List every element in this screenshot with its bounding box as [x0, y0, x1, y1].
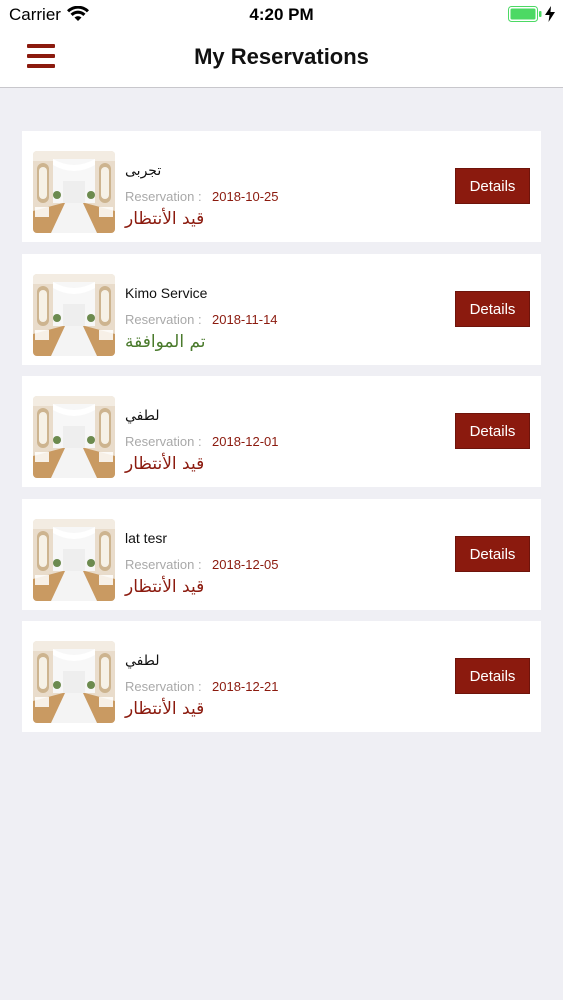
reservation-status: قيد الأنتظار	[125, 699, 205, 719]
reservation-name: lat tesr	[125, 529, 168, 546]
venue-thumbnail	[33, 641, 115, 723]
reservation-label: Reservation :	[125, 679, 202, 694]
reservation-status: قيد الأنتظار	[125, 209, 205, 229]
reservation-label: Reservation :	[125, 189, 202, 204]
page-title: My Reservations	[194, 44, 369, 69]
clock: 4:20 PM	[249, 5, 314, 24]
reservation-card: Kimo Service Reservation : 2018-11-14 تم…	[22, 253, 541, 365]
details-button[interactable]: Details	[455, 658, 530, 694]
details-button[interactable]: Details	[455, 413, 530, 449]
venue-thumbnail	[33, 151, 115, 233]
reservation-label: Reservation :	[125, 434, 202, 449]
reservation-name: لطفي	[125, 407, 160, 423]
reservation-name: تجربى	[125, 162, 162, 178]
status-bar: Carrier 4:20 PM	[0, 0, 563, 30]
charging-bolt-icon	[545, 6, 555, 27]
reservation-status: قيد الأنتظار	[125, 576, 205, 597]
reservation-date: 2018-12-05	[212, 556, 279, 572]
reservation-card: تجربى Reservation : 2018-10-25 قيد الأنت…	[22, 131, 541, 242]
navigation-bar: My Reservations	[0, 30, 563, 88]
reservation-name: Kimo Service	[125, 284, 208, 301]
reservation-date: 2018-10-25	[212, 189, 279, 204]
reservation-label: Reservation :	[125, 556, 202, 572]
venue-thumbnail	[33, 396, 115, 478]
reservation-card: لطفي Reservation : 2018-12-21 قيد الأنتظ…	[22, 621, 541, 732]
reservations-list: تجربى Reservation : 2018-10-25 قيد الأنت…	[22, 131, 541, 744]
details-button[interactable]: Details	[455, 535, 530, 572]
battery-icon	[508, 6, 542, 27]
reservation-label: Reservation :	[125, 311, 202, 327]
reservation-name: لطفي	[125, 652, 160, 668]
reservation-card: lat tesr Reservation : 2018-12-05 قيد ال…	[22, 498, 541, 610]
reservation-status: تم الموافقة	[125, 331, 206, 352]
reservation-card: لطفي Reservation : 2018-12-01 قيد الأنتظ…	[22, 376, 541, 487]
reservation-date: 2018-11-14	[212, 311, 278, 327]
details-button[interactable]: Details	[455, 168, 530, 204]
reservation-status: قيد الأنتظار	[125, 454, 205, 474]
reservation-date: 2018-12-21	[212, 679, 279, 694]
venue-thumbnail	[33, 518, 115, 601]
reservation-date: 2018-12-01	[212, 434, 279, 449]
details-button[interactable]: Details	[455, 290, 530, 327]
venue-thumbnail	[33, 273, 115, 356]
